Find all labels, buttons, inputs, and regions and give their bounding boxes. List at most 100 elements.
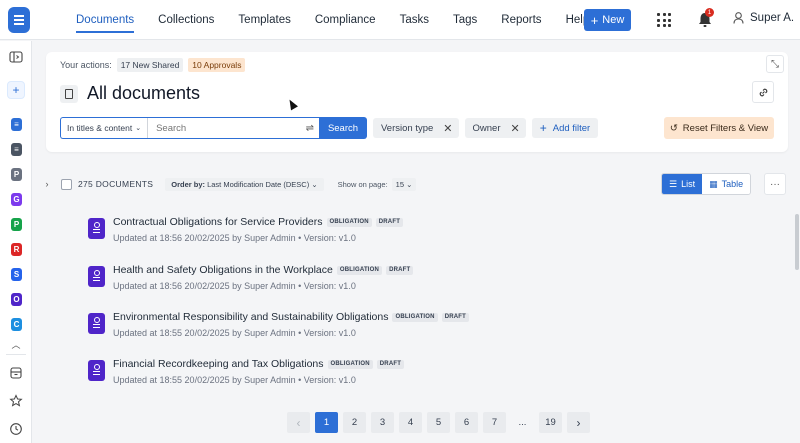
page-button-19[interactable]: 19 [539,412,562,433]
document-title[interactable]: Health and Safety Obligations in the Wor… [113,264,414,276]
tag-badge: OBLIGATION [336,265,383,275]
pagination: ‹ 1 2 3 4 5 6 7 ... 19 › [287,412,590,433]
document-title[interactable]: Environmental Responsibility and Sustain… [113,311,470,323]
table-view-button[interactable]: ▦ Table [702,174,751,194]
notification-badge: 1 [705,8,714,17]
archive-icon[interactable] [9,366,23,380]
scrollbar[interactable] [795,214,799,270]
chevron-up-icon[interactable]: ︿ [9,338,23,352]
prev-page-button[interactable]: ‹ [287,412,310,433]
nav-templates[interactable]: Templates [226,0,302,40]
page-title: All documents [87,83,201,103]
list-item[interactable]: Contractual Obligations for Service Prov… [86,216,686,246]
close-icon[interactable]: ✕ [511,122,520,135]
list-view-button[interactable]: ☰ List [662,174,703,194]
status-badge: DRAFT [375,217,404,227]
user-menu[interactable]: Super A. [733,12,794,24]
nav-tags[interactable]: Tags [441,0,489,40]
chevron-down-icon: ⌄ [311,179,318,189]
document-icon [60,84,78,103]
page-button-1[interactable]: 1 [315,412,338,433]
new-shared-chip[interactable]: 17 New Shared [116,58,184,72]
sidebar-documents-icon[interactable]: ≡ [11,118,22,131]
nav-tasks[interactable]: Tasks [388,0,441,40]
chevron-down-icon: ⌄ [406,179,413,189]
new-button[interactable]: + New [584,9,631,31]
tag-badge: OBLIGATION [327,359,373,369]
view-toggle: ☰ List ▦ Table [661,173,752,195]
more-options-icon[interactable]: ··· [764,173,786,195]
sidebar-list-icon[interactable]: ≡ [11,143,22,156]
list-view-label: List [681,179,696,189]
page-button-6[interactable]: 6 [455,412,478,433]
add-space-button[interactable]: + [7,81,25,99]
sidebar-space-r-icon[interactable]: R [11,243,22,256]
search-input[interactable] [156,122,297,134]
list-icon: ☰ [669,178,678,189]
chevron-down-icon: ⌄ [135,125,142,132]
document-title[interactable]: Contractual Obligations for Service Prov… [113,216,404,228]
table-view-label: Table [721,179,744,189]
sidebar-space-c-icon[interactable]: C [11,318,22,331]
list-item[interactable]: Environmental Responsibility and Sustain… [86,311,686,341]
nav-collections[interactable]: Collections [146,0,226,40]
sidebar-space-o-icon[interactable]: O [11,293,22,306]
star-icon[interactable] [9,394,23,408]
document-title-text: Contractual Obligations for Service Prov… [113,216,323,228]
actions-label: Your actions: [60,60,112,70]
page-button-5[interactable]: 5 [427,412,450,433]
search-scope-select[interactable]: In titles & content ⌄ [61,118,149,138]
user-name: Super A. [750,12,795,24]
copy-link-button[interactable] [752,81,774,103]
nav-reports[interactable]: Reports [489,0,553,40]
obligation-doc-icon [88,360,105,381]
left-sidebar: + ≡ ≡ P G P R S O C ︿ [0,41,32,443]
document-meta: Updated at 18:56 20/02/2025 by Super Adm… [113,233,356,243]
search-scope-label: In titles & content [67,123,133,133]
app-logo[interactable] [8,6,30,33]
new-button-label: New [602,14,625,26]
search-button[interactable]: Search [319,117,367,139]
sidebar-space-s-icon[interactable]: S [11,268,22,281]
chevron-right-icon[interactable]: › [41,178,53,190]
apps-grid-icon[interactable] [657,13,671,27]
search-options-icon[interactable]: ⇌ [306,123,314,134]
add-filter-label: Add filter [552,122,591,134]
reset-label: Reset Filters & View [682,122,769,134]
obligation-doc-icon [88,266,105,287]
listing-toolbar: › 275 DOCUMENTS Order by: Last Modificat… [40,172,790,196]
nav-documents[interactable]: Documents [64,0,146,40]
approvals-chip[interactable]: 10 Approvals [188,58,246,72]
list-item[interactable]: Financial Recordkeeping and Tax Obligati… [86,358,686,388]
list-item[interactable]: Health and Safety Obligations in the Wor… [86,264,686,294]
order-by-value: Last Modification Date (DESC) [207,179,310,189]
sidebar-space-p2-icon[interactable]: P [11,218,22,231]
order-by-label: Order by: [171,179,205,189]
page-button-2[interactable]: 2 [343,412,366,433]
filter-version-type[interactable]: Version type ✕ [373,118,459,138]
next-page-button[interactable]: › [567,412,590,433]
filter-owner[interactable]: Owner ✕ [464,118,526,138]
panel-toggle-icon[interactable] [9,50,23,64]
status-badge: DRAFT [441,312,470,322]
sidebar-space-p-icon[interactable]: P [11,168,22,181]
close-icon[interactable]: ✕ [443,122,452,135]
document-title[interactable]: Financial Recordkeeping and Tax Obligati… [113,358,405,370]
collapse-icon[interactable]: ⤡ [766,55,784,73]
order-by-select[interactable]: Order by: Last Modification Date (DESC) … [165,177,324,191]
user-icon [733,12,744,24]
select-all-checkbox[interactable] [61,178,72,190]
reset-filters-button[interactable]: ↺ Reset Filters & View [664,117,774,139]
per-page-select[interactable]: 15 ⌄ [391,177,417,191]
tag-badge: OBLIGATION [392,312,438,322]
clock-icon[interactable] [9,422,23,436]
sidebar-space-g-icon[interactable]: G [11,193,22,206]
document-meta: Updated at 18:55 20/02/2025 by Super Adm… [113,375,356,385]
nav-compliance[interactable]: Compliance [303,0,388,40]
add-filter-button[interactable]: + Add filter [531,118,599,138]
page-button-3[interactable]: 3 [371,412,394,433]
page-button-7[interactable]: 7 [483,412,506,433]
title-row: All documents [60,83,200,104]
page-button-4[interactable]: 4 [399,412,422,433]
plus-icon: + [539,121,547,135]
